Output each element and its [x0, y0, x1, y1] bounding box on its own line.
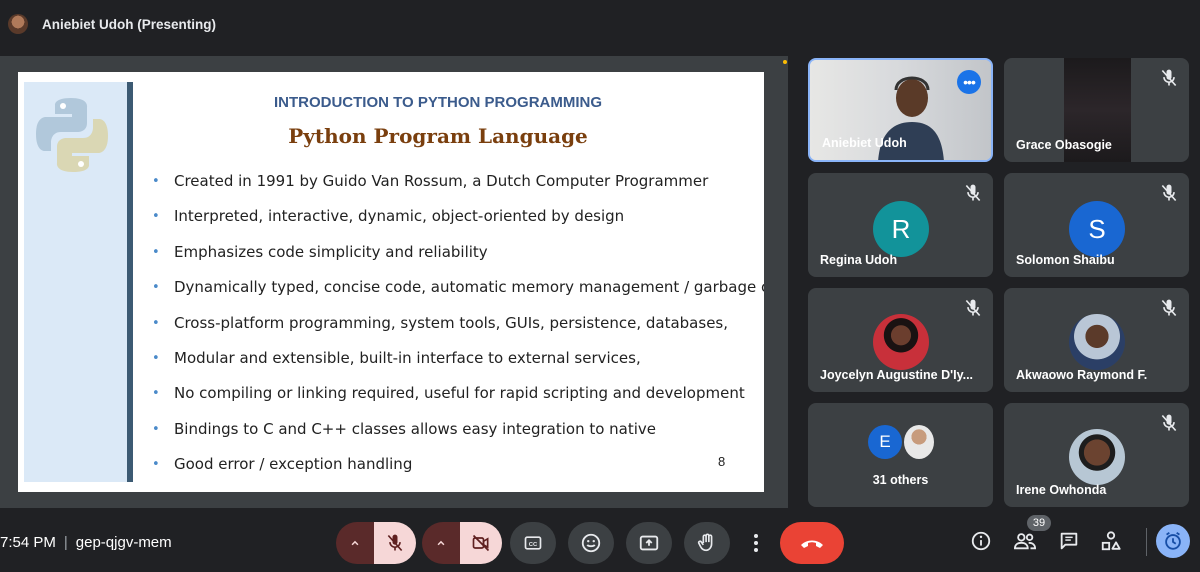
- mic-off-icon: [965, 299, 981, 317]
- clock-time: 7:54 PM: [0, 534, 56, 551]
- activities-icon: [1101, 531, 1121, 551]
- top-bar: Aniebiet Udoh (Presenting): [0, 0, 1200, 46]
- camera-options-chevron-icon[interactable]: [422, 522, 460, 564]
- bullet-item: Created in 1991 by Guido Van Rossum, a D…: [152, 164, 732, 200]
- participant-tile-akwaowo[interactable]: Akwaowo Raymond F.: [1004, 288, 1189, 392]
- mic-toggle-button[interactable]: [374, 522, 416, 564]
- avatar: [1069, 314, 1125, 370]
- host-controls-button[interactable]: [1156, 524, 1190, 558]
- avatar: [1069, 429, 1125, 485]
- more-options-icon: [754, 534, 758, 552]
- raise-hand-button[interactable]: [684, 522, 730, 564]
- chat-icon: [1060, 532, 1078, 550]
- bullet-item: Cross-platform programming, system tools…: [152, 306, 732, 342]
- meeting-code: gep-qjgv-mem: [75, 534, 172, 551]
- present-button[interactable]: [626, 522, 672, 564]
- captions-button[interactable]: CC: [510, 522, 556, 564]
- meeting-details-button[interactable]: [968, 528, 994, 554]
- bullet-item: Dynamically typed, concise code, automat…: [152, 270, 764, 306]
- raise-hand-icon: [697, 533, 713, 552]
- avatar: [873, 314, 929, 370]
- presenter-avatar: [8, 14, 28, 34]
- mic-off-icon: [1161, 184, 1177, 202]
- participant-tile-irene[interactable]: Irene Owhonda: [1004, 403, 1189, 507]
- participant-name: Grace Obasogie: [1016, 138, 1112, 152]
- participant-name: Regina Udoh: [820, 253, 898, 267]
- avatar: E: [868, 425, 902, 459]
- presentation-stage: INTRODUCTION TO PYTHON PROGRAMMING Pytho…: [0, 56, 788, 508]
- end-call-button[interactable]: [780, 522, 844, 564]
- participant-name: Irene Owhonda: [1016, 483, 1107, 497]
- participant-name: Solomon Shaibu: [1016, 253, 1115, 267]
- captions-icon: CC: [524, 536, 542, 550]
- mic-off-icon: [1161, 69, 1177, 87]
- camera-toggle-button[interactable]: [460, 522, 502, 564]
- slide-title: Python Program Language: [288, 124, 588, 148]
- bullet-item: Interpreted, interactive, dynamic, objec…: [152, 199, 732, 235]
- slide-divider-bar: [127, 82, 133, 482]
- camera-off-icon: [472, 534, 490, 552]
- activities-button[interactable]: [1098, 528, 1124, 554]
- mic-options-chevron-icon[interactable]: [336, 522, 374, 564]
- participant-tile-others[interactable]: E 31 others: [808, 403, 993, 507]
- presenter-label: Aniebiet Udoh (Presenting): [42, 17, 217, 32]
- more-options-icon[interactable]: •••: [957, 70, 981, 94]
- mic-off-icon: [965, 184, 981, 202]
- participant-tile-regina[interactable]: R Regina Udoh: [808, 173, 993, 277]
- participant-name: 31 others: [872, 473, 929, 487]
- camera-control-group: [422, 522, 502, 564]
- bullet-item: Good error / exception handling: [152, 447, 732, 483]
- more-options-button[interactable]: [742, 522, 770, 564]
- python-logo-icon: [36, 98, 108, 172]
- mic-off-icon: [387, 534, 403, 552]
- chat-button[interactable]: [1056, 528, 1082, 554]
- present-icon: [639, 535, 659, 551]
- participant-name: Joycelyn Augustine D'Iy...: [820, 368, 974, 382]
- avatar: S: [1069, 201, 1125, 257]
- emoji-icon: [581, 533, 601, 553]
- slide: INTRODUCTION TO PYTHON PROGRAMMING Pytho…: [18, 72, 764, 492]
- slide-bullet-list: Created in 1991 by Guido Van Rossum, a D…: [152, 164, 764, 483]
- participant-tile-solomon[interactable]: S Solomon Shaibu: [1004, 173, 1189, 277]
- participant-tile-aniebiet[interactable]: ••• Aniebiet Udoh: [808, 58, 993, 162]
- participant-name: Akwaowo Raymond F.: [1016, 368, 1148, 382]
- avatar: R: [873, 201, 929, 257]
- bullet-item: Bindings to C and C++ classes allows eas…: [152, 412, 732, 448]
- people-icon: [1013, 533, 1037, 550]
- clock-icon: [1165, 531, 1181, 550]
- bullet-item: Emphasizes code simplicity and reliabili…: [152, 235, 732, 271]
- mic-off-icon: [1161, 414, 1177, 432]
- emoji-button[interactable]: [568, 522, 614, 564]
- bullet-item: Modular and extensible, built-in interfa…: [152, 341, 732, 377]
- slide-page-number: 8: [718, 454, 726, 469]
- svg-text:CC: CC: [529, 542, 538, 548]
- slide-heading: INTRODUCTION TO PYTHON PROGRAMMING: [273, 94, 603, 111]
- mic-off-icon: [1161, 299, 1177, 317]
- info-icon: [971, 531, 991, 551]
- recording-indicator: [783, 60, 787, 64]
- people-button[interactable]: [1012, 528, 1038, 554]
- end-call-icon: [801, 540, 823, 548]
- bottom-control-bar: 7:54 PM | gep-qjgv-mem CC 39: [0, 512, 1200, 572]
- participant-tile-grace[interactable]: Grace Obasogie: [1004, 58, 1189, 162]
- bullet-item: No compiling or linking required, useful…: [152, 376, 745, 412]
- participant-name: Aniebiet Udoh: [822, 136, 907, 150]
- separator: |: [63, 534, 68, 551]
- participant-tile-joycelyn[interactable]: Joycelyn Augustine D'Iy...: [808, 288, 993, 392]
- avatar: [904, 425, 934, 459]
- meeting-info: 7:54 PM | gep-qjgv-mem: [0, 534, 172, 551]
- toolbar-divider: [1146, 528, 1147, 556]
- mic-control-group: [336, 522, 416, 564]
